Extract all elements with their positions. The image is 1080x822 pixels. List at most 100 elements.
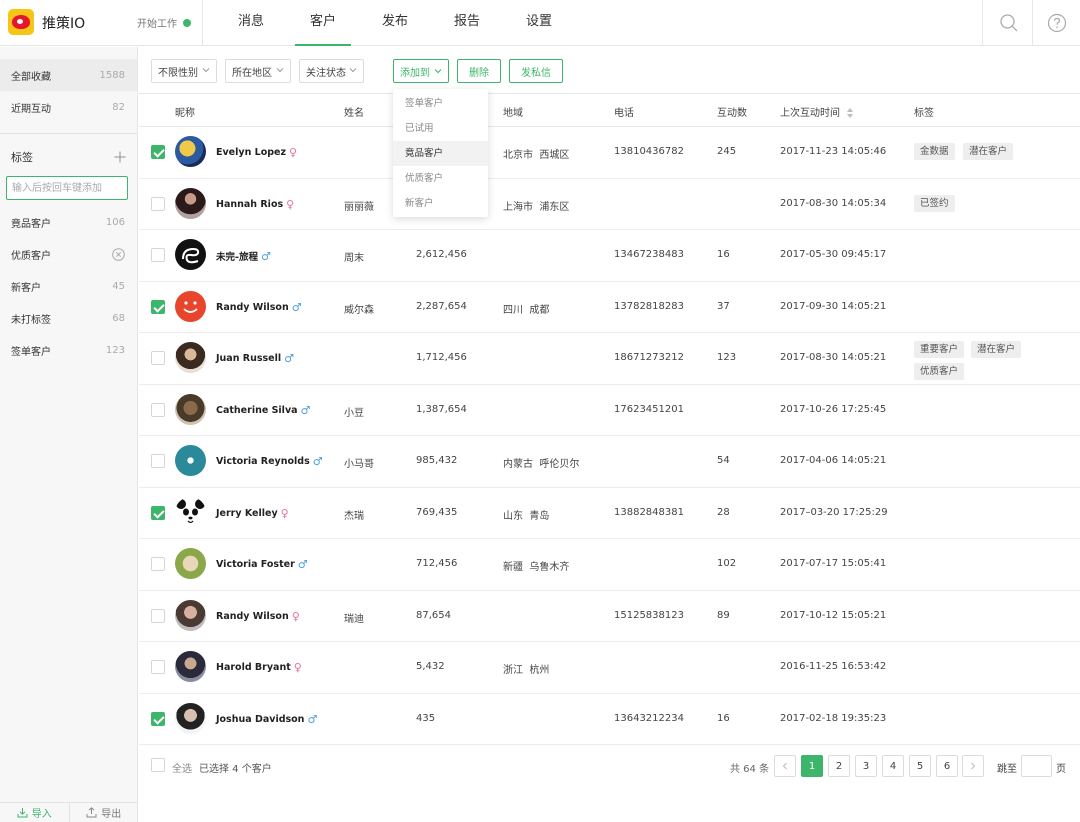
search-button[interactable] (982, 0, 1034, 46)
nickname-cell[interactable]: Catherine Silva ♂ (216, 404, 310, 417)
help-button[interactable] (1032, 0, 1080, 46)
page-1-button[interactable]: 1 (801, 755, 823, 777)
row-checkbox[interactable] (151, 402, 165, 417)
nickname-cell[interactable]: 未完-旅程 ♂ (216, 249, 271, 264)
page-4-button[interactable]: 4 (882, 755, 904, 777)
row-checkbox[interactable] (151, 608, 165, 623)
sidebar-item-quality[interactable]: 优质客户 (0, 238, 137, 270)
nickname-cell[interactable]: Victoria Reynolds ♂ (216, 455, 323, 468)
row-checkbox[interactable] (151, 505, 165, 520)
sidebar-item-all[interactable]: 全部收藏 1588 (0, 59, 137, 91)
avatar[interactable] (175, 239, 206, 270)
next-page-button[interactable] (962, 755, 984, 777)
dropdown-item-new[interactable]: 新客户 (393, 191, 488, 216)
tag-input[interactable] (6, 176, 128, 200)
avatar[interactable] (175, 342, 206, 373)
tag-chip[interactable]: 金数据 (914, 143, 955, 160)
follow-filter[interactable]: 关注状态 (299, 59, 364, 83)
avatar[interactable] (175, 496, 206, 528)
dropdown-item-trial[interactable]: 已试用 (393, 116, 488, 141)
nickname: Randy Wilson (216, 610, 289, 622)
table-row[interactable]: Evelyn Lopez ♀ 北京市 西城区 13810436782 245 2017-1… (139, 127, 1080, 179)
work-status[interactable]: 开始工作 (137, 15, 191, 30)
row-checkbox[interactable] (151, 454, 165, 468)
row-checkbox[interactable] (151, 196, 165, 211)
sidebar-item-signed[interactable]: 签单客户 123 (0, 334, 137, 366)
avatar[interactable] (175, 136, 206, 167)
table-row[interactable]: Harold Bryant ♀ 5,432 浙江 杭州 2016-11-25 16:53… (139, 642, 1080, 694)
goto-page-input[interactable] (1021, 755, 1052, 777)
prev-page-button[interactable] (774, 755, 796, 777)
add-tag-icon[interactable] (114, 151, 126, 163)
nickname-cell[interactable]: Harold Bryant ♀ (216, 661, 302, 674)
nickname-cell[interactable]: Hannah Rios ♀ (216, 198, 294, 211)
page-5-button[interactable]: 5 (909, 755, 931, 777)
import-button[interactable]: 导入 (0, 803, 70, 822)
remove-tag-icon[interactable] (112, 247, 125, 261)
sidebar-item-competitor[interactable]: 竟品客户 106 (0, 206, 137, 238)
table-row[interactable]: Victoria Foster ♂ 712,456 新疆 乌鲁木齐 102 2017-07… (139, 539, 1080, 591)
export-label: 导出 (101, 809, 122, 820)
tab-reports[interactable]: 报告 (431, 0, 503, 46)
page-3-button[interactable]: 3 (855, 755, 877, 777)
header-last-time[interactable]: 上次互动时间 (780, 104, 854, 119)
nickname-cell[interactable]: Victoria Foster ♂ (216, 558, 308, 571)
table-row[interactable]: 未完-旅程 ♂ 周末 2,612,456 13467238483 16 2017-05-30… (139, 230, 1080, 282)
table-row[interactable]: Randy Wilson ♂ 威尔森 2,287,654 四川 成都 1378281828… (139, 282, 1080, 333)
tags-header: 标签 (0, 142, 137, 172)
tag-chip[interactable]: 重要客户 (914, 341, 965, 358)
avatar[interactable] (175, 290, 206, 322)
table-row[interactable]: Hannah Rios ♀ 丽丽薇 上海市 浦东区 2017-08-30 14:05:3… (139, 179, 1080, 230)
tab-messages[interactable]: 消息 (215, 0, 287, 46)
nickname-cell[interactable]: Jerry Kelley ♀ (216, 507, 289, 520)
row-checkbox[interactable] (151, 145, 165, 159)
row-checkbox[interactable] (151, 660, 165, 674)
avatar[interactable] (175, 702, 206, 734)
sidebar-item-recent[interactable]: 近期互动 82 (0, 91, 137, 123)
row-checkbox[interactable] (151, 557, 165, 571)
tab-customers[interactable]: 客户 (287, 0, 359, 46)
tag-chip[interactable]: 潜在客户 (971, 341, 1022, 358)
region-filter[interactable]: 所在地区 (225, 59, 291, 83)
table-row[interactable]: Catherine Silva ♂ 小豆 1,387,654 17623451201 20… (139, 385, 1080, 436)
avatar[interactable] (175, 548, 206, 579)
add-to-button[interactable]: 添加到 (393, 59, 449, 83)
tag-chip[interactable]: 优质客户 (914, 363, 965, 380)
nickname-cell[interactable]: Juan Russell ♂ (216, 352, 294, 365)
nickname-cell[interactable]: Randy Wilson ♂ (216, 301, 302, 314)
tab-settings[interactable]: 设置 (503, 0, 575, 46)
select-all-checkbox[interactable] (151, 758, 165, 772)
table-row[interactable]: Joshua Davidson ♂ 435 13643212234 16 2017-02-… (139, 694, 1080, 745)
delete-button[interactable]: 删除 (457, 59, 501, 83)
sidebar-item-new[interactable]: 新客户 45 (0, 270, 137, 302)
table-row[interactable]: Victoria Reynolds ♂ 小马哥 985,432 内蒙古 呼伦贝尔 54 20… (139, 436, 1080, 488)
row-checkbox[interactable] (151, 711, 165, 726)
row-checkbox[interactable] (151, 248, 165, 262)
avatar[interactable] (175, 393, 206, 425)
row-checkbox[interactable] (151, 299, 165, 314)
dropdown-item-signed[interactable]: 签单客户 (393, 91, 488, 116)
nickname-cell[interactable]: Evelyn Lopez ♀ (216, 146, 297, 159)
app-logo[interactable] (8, 9, 34, 35)
table-row[interactable]: Juan Russell ♂ 1,712,456 18671273212 123 2017… (139, 333, 1080, 385)
tab-publish[interactable]: 发布 (359, 0, 431, 46)
dropdown-item-competitor[interactable]: 竟品客户 (393, 141, 488, 166)
avatar[interactable] (175, 187, 206, 219)
avatar[interactable] (175, 599, 206, 631)
avatar[interactable] (175, 445, 206, 476)
nickname-cell[interactable]: Randy Wilson ♀ (216, 610, 300, 623)
page-6-button[interactable]: 6 (936, 755, 958, 777)
dropdown-item-quality[interactable]: 优质客户 (393, 166, 488, 191)
export-button[interactable]: 导出 (70, 803, 139, 822)
table-row[interactable]: Jerry Kelley ♀ 杰瑞 769,435 山东 青岛 13882848381 28… (139, 488, 1080, 539)
tag-chip[interactable]: 已签约 (914, 194, 955, 212)
sidebar-item-untagged[interactable]: 未打标签 68 (0, 302, 137, 334)
row-checkbox[interactable] (151, 351, 165, 365)
tag-chip[interactable]: 潜在客户 (963, 143, 1014, 160)
table-row[interactable]: Randy Wilson ♀ 瑞迪 87,654 15125838123 89 2017-1… (139, 591, 1080, 642)
avatar[interactable] (175, 651, 206, 682)
nickname-cell[interactable]: Joshua Davidson ♂ (216, 713, 317, 726)
send-message-button[interactable]: 发私信 (509, 59, 563, 83)
page-2-button[interactable]: 2 (828, 755, 850, 777)
gender-filter[interactable]: 不限性别 (151, 59, 217, 83)
